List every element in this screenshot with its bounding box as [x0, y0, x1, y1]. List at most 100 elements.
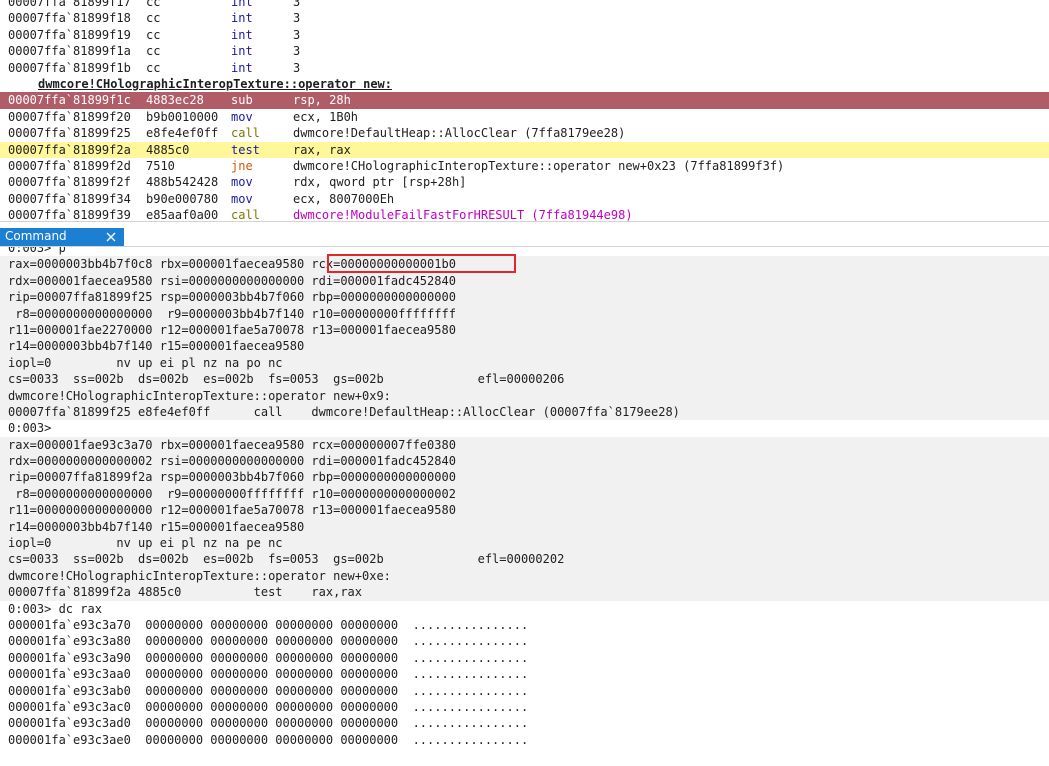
disasm-operands: rsp, 28h	[293, 93, 351, 108]
command-output-line: rip=00007ffa81899f2a rsp=0000003bb4b7f06…	[0, 469, 1049, 486]
disasm-address: 00007ffa`81899f19	[8, 27, 131, 42]
disasm-operands: dwmcore!ModuleFailFastForHRESULT (7ffa81…	[293, 208, 633, 221]
command-output-line: rdx=0000000000000002 rsi=000000000000000…	[0, 453, 1049, 470]
disasm-operands: ecx, 8007000Eh	[293, 191, 395, 206]
disasm-mnemonic: call	[231, 208, 260, 221]
command-output-line: 000001fa`e93c3a80 00000000 00000000 0000…	[8, 634, 529, 649]
disasm-bytes: 4885c0	[146, 142, 190, 157]
command-output-line: r11=000001fae2270000 r12=000001fae5a7007…	[0, 321, 1049, 339]
command-output-line: r11=0000000000000000 r12=000001fae5a7007…	[0, 502, 1049, 519]
command-prompt-line: 0:003> p	[8, 247, 66, 255]
disasm-operands: 3	[293, 11, 301, 26]
command-output-line: iopl=0 nv up ei pl nz na po nc	[0, 354, 1049, 372]
pane-splitter[interactable]	[0, 221, 1049, 228]
command-output-line: cs=0033 ss=002b ds=002b es=002b fs=0053 …	[0, 371, 1049, 388]
command-output-line: rax=0000003bb4b7f0c8 rbx=000001faecea958…	[0, 256, 1049, 273]
disasm-address: 00007ffa`81899f18	[8, 11, 131, 26]
disasm-row[interactable]: 00007ffa`81899f1c 4883ec28 sub rsp, 28h	[0, 92, 1049, 109]
command-output-line: 000001fa`e93c3aa0 00000000 00000000 0000…	[8, 667, 529, 682]
disasm-row[interactable]: 00007ffa`81899f34 b90e000780 mov ecx, 80070…	[0, 191, 1049, 207]
disasm-mnemonic: jne	[231, 158, 253, 173]
command-output-line: 00007ffa`81899f2a 4885c0 test rax,rax	[0, 584, 1049, 601]
disasm-row[interactable]: 00007ffa`81899f25 e8fe4ef0ff call dwmcore!D…	[0, 125, 1049, 141]
command-output-line: 000001fa`e93c3ae0 00000000 00000000 0000…	[8, 732, 529, 747]
disasm-address: 00007ffa`81899f17	[8, 0, 131, 9]
command-output-line: iopl=0 nv up ei pl nz na pe nc	[0, 535, 1049, 552]
disassembly-list: 00007ffa`81899f17 cc int 3 00007ffa`81899f18…	[0, 0, 1049, 221]
disasm-address: 00007ffa`81899f25	[8, 126, 131, 141]
disasm-address: 00007ffa`81899f1a	[8, 44, 131, 59]
command-output-line: rax=000001fae93c3a70 rbx=000001faecea958…	[0, 436, 1049, 454]
disasm-bytes: cc	[146, 44, 161, 59]
command-output-line: cs=0033 ss=002b ds=002b es=002b fs=0053 …	[0, 551, 1049, 568]
command-output-line: 000001fa`e93c3ab0 00000000 00000000 0000…	[8, 683, 529, 698]
disasm-bytes: e8fe4ef0ff	[146, 126, 219, 141]
disasm-mnemonic: mov	[231, 109, 253, 124]
disasm-address: 00007ffa`81899f2d	[8, 158, 131, 173]
command-output-line: rdx=000001faecea9580 rsi=000000000000000…	[0, 272, 1049, 290]
command-output-line: 000001fa`e93c3ad0 00000000 00000000 0000…	[8, 716, 529, 731]
disasm-address: 00007ffa`81899f1c	[8, 93, 131, 108]
disasm-bytes: cc	[146, 11, 161, 26]
disasm-address: 00007ffa`81899f34	[8, 191, 131, 206]
disasm-mnemonic: mov	[231, 191, 253, 206]
command-output-line: 00007ffa`81899f25 e8fe4ef0ff call dwmcor…	[0, 403, 1049, 421]
command-tab-bar: Command	[0, 228, 1049, 247]
disasm-row[interactable]: 00007ffa`81899f18 cc int 3	[0, 10, 1049, 26]
disasm-row[interactable]: 00007ffa`81899f20 b9b0010000 mov ecx, 1B0h	[0, 109, 1049, 125]
disasm-operands: rdx, qword ptr [rsp+28h]	[293, 175, 467, 190]
disassembly-pane[interactable]: 00007ffa`81899f17 cc int 3 00007ffa`81899f18…	[0, 0, 1049, 221]
disasm-symbol-label[interactable]: dwmcore!CHolographicInteropTexture::oper…	[0, 76, 1049, 92]
command-output-line: rip=00007ffa81899f25 rsp=0000003bb4b7f06…	[0, 289, 1049, 306]
disasm-address: 00007ffa`81899f39	[8, 208, 131, 221]
disasm-mnemonic: test	[231, 142, 260, 157]
command-output-lines: 0:003> p rax=0000003bb4b7f0c8 rbx=000001f…	[0, 247, 1049, 748]
disasm-operands: 3	[293, 60, 301, 75]
disasm-bytes: cc	[146, 27, 161, 42]
disasm-bytes: cc	[146, 60, 161, 75]
disasm-operands: rax, rax	[293, 142, 351, 157]
disasm-mnemonic: int	[231, 27, 253, 42]
disasm-operands: 3	[293, 27, 301, 42]
disasm-mnemonic: mov	[231, 175, 253, 190]
disasm-bytes: e85aaf0a00	[146, 208, 219, 221]
disasm-mnemonic: int	[231, 60, 253, 75]
disasm-bytes: 488b542428	[146, 175, 219, 190]
command-output[interactable]: 0:003> p rax=0000003bb4b7f0c8 rbx=000001f…	[0, 247, 1049, 766]
command-output-line: 000001fa`e93c3a90 00000000 00000000 0000…	[8, 650, 529, 665]
command-prompt-line: 0:003> dc rax	[8, 601, 102, 616]
disasm-operands: 3	[293, 0, 301, 9]
disasm-row[interactable]: 00007ffa`81899f2d 7510 jne dwmcore!CHologra…	[0, 158, 1049, 174]
close-icon[interactable]	[104, 230, 118, 244]
disasm-row[interactable]: 00007ffa`81899f1b cc int 3	[0, 60, 1049, 76]
disasm-row[interactable]: 00007ffa`81899f1a cc int 3	[0, 43, 1049, 59]
disasm-row[interactable]: 00007ffa`81899f39 e85aaf0a00 call dwmcore!M…	[0, 207, 1049, 221]
command-output-line: dwmcore!CHolographicInteropTexture::oper…	[0, 387, 1049, 404]
disasm-mnemonic: int	[231, 0, 253, 9]
disasm-mnemonic: int	[231, 11, 253, 26]
disasm-address: 00007ffa`81899f2a	[8, 142, 131, 157]
disasm-address: 00007ffa`81899f20	[8, 109, 131, 124]
tab-command-label: Command	[5, 229, 67, 243]
disasm-bytes: 7510	[146, 158, 175, 173]
command-output-line: 000001fa`e93c3ac0 00000000 00000000 0000…	[8, 699, 529, 714]
disasm-mnemonic: call	[231, 126, 260, 141]
command-output-line: r14=0000003bb4b7f140 r15=000001faecea958…	[0, 518, 1049, 536]
tab-command[interactable]: Command	[0, 228, 124, 246]
disasm-bytes: b90e000780	[146, 191, 219, 206]
disasm-operands: 3	[293, 44, 301, 59]
command-output-line: 000001fa`e93c3a70 00000000 00000000 0000…	[8, 617, 529, 632]
disasm-operands: ecx, 1B0h	[293, 109, 359, 124]
disasm-bytes: b9b0010000	[146, 109, 219, 124]
disasm-bytes: 4883ec28	[146, 93, 204, 108]
disasm-row[interactable]: 00007ffa`81899f19 cc int 3	[0, 27, 1049, 43]
disasm-row[interactable]: 00007ffa`81899f17 cc int 3	[0, 0, 1049, 10]
disasm-row[interactable]: 00007ffa`81899f2a 4885c0 test rax, rax	[0, 141, 1049, 158]
disasm-row[interactable]: 00007ffa`81899f2f 488b542428 mov rdx, qword…	[0, 174, 1049, 190]
disasm-mnemonic: sub	[231, 93, 253, 108]
disasm-mnemonic: int	[231, 44, 253, 59]
command-output-line: r8=0000000000000000 r9=00000000ffffffff …	[0, 485, 1049, 503]
disasm-address: 00007ffa`81899f2f	[8, 175, 131, 190]
disasm-bytes: cc	[146, 0, 161, 9]
command-output-line: dwmcore!CHolographicInteropTexture::oper…	[0, 567, 1049, 585]
